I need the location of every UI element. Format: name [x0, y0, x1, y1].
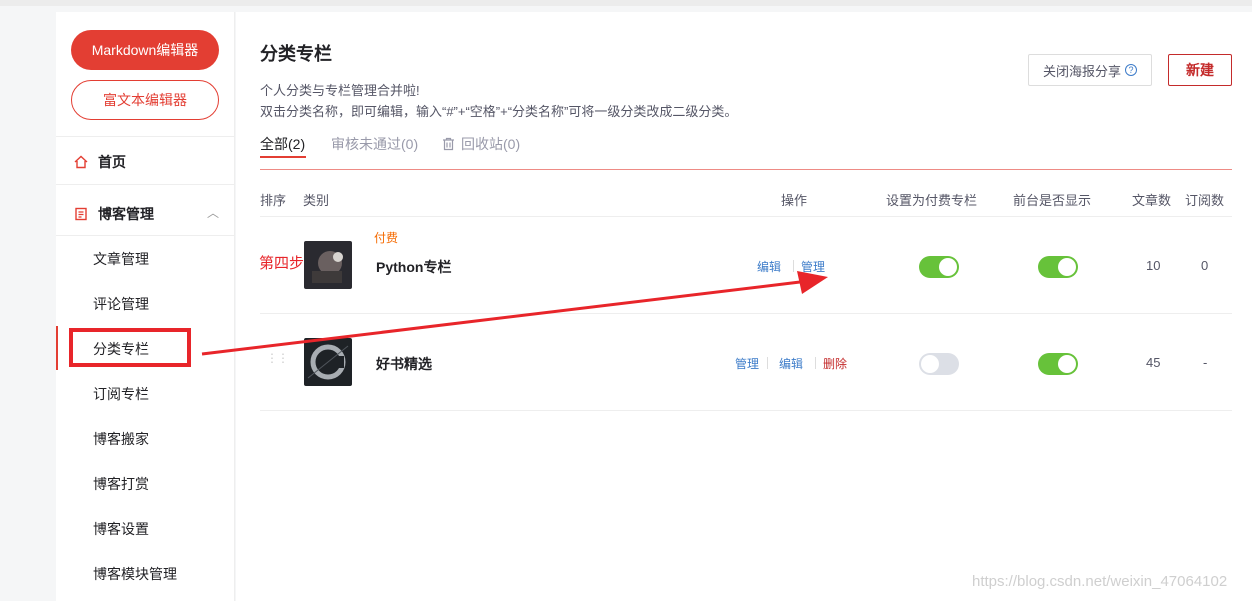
active-indicator: [56, 326, 58, 370]
tab-label: 回收站(0): [461, 136, 521, 152]
column-header-category: 类别: [303, 193, 330, 208]
visible-toggle[interactable]: [1038, 256, 1078, 278]
tab-all[interactable]: 全部(2): [260, 134, 305, 154]
sidebar-item-blog-reward[interactable]: 博客打赏: [93, 474, 149, 494]
subscriber-count: -: [1203, 355, 1208, 370]
trash-icon: [443, 137, 454, 151]
page-description: 双击分类名称，即可编辑，输入“#”+“空格”+“分类名称”可将一级分类改成二级分…: [260, 104, 738, 119]
markdown-editor-button[interactable]: Markdown编辑器: [71, 30, 219, 70]
manage-link[interactable]: 管理: [801, 258, 825, 275]
sidebar-item-articles[interactable]: 文章管理: [93, 249, 149, 269]
category-name[interactable]: 好书精选: [376, 354, 432, 374]
visible-toggle[interactable]: [1038, 353, 1078, 375]
sidebar-divider: [56, 235, 235, 236]
page-description: 个人分类与专栏管理合并啦!: [260, 83, 420, 98]
article-count: 45: [1146, 355, 1161, 370]
subscriber-count: 0: [1201, 258, 1209, 273]
paid-badge: 付费: [374, 231, 399, 245]
action-separator: [767, 357, 768, 369]
category-name[interactable]: Python专栏: [376, 257, 451, 277]
sidebar: Markdown编辑器 富文本编辑器 首页 博客管理 ︿ 文章管理 评论管理 分…: [56, 12, 235, 601]
main-panel: 分类专栏 个人分类与专栏管理合并啦! 双击分类名称，即可编辑，输入“#”+“空格…: [236, 12, 1252, 601]
manage-link[interactable]: 管理: [735, 355, 759, 372]
paid-toggle[interactable]: [919, 256, 959, 278]
top-bar: [0, 0, 1252, 6]
column-header-paid: 设置为付费专栏: [886, 193, 978, 208]
table-divider: [260, 313, 1232, 314]
sidebar-item-home[interactable]: 首页: [74, 152, 126, 172]
edit-link[interactable]: 编辑: [757, 258, 781, 275]
annotation-step-label: 第四步: [259, 255, 305, 272]
sidebar-item-blog-modules[interactable]: 博客模块管理: [93, 564, 177, 584]
table-divider: [260, 410, 1232, 411]
sidebar-item-subscriptions[interactable]: 订阅专栏: [93, 384, 149, 404]
action-separator: [793, 260, 794, 272]
column-header-sort: 排序: [260, 193, 287, 208]
column-header-articles: 文章数: [1132, 193, 1172, 208]
sidebar-divider: [56, 136, 235, 137]
action-separator: [815, 357, 816, 369]
category-thumbnail: [304, 338, 352, 386]
share-button-label: 关闭海报分享: [1042, 63, 1121, 79]
watermark: https://blog.csdn.net/weixin_47064102: [972, 573, 1228, 590]
tab-rejected[interactable]: 审核未通过(0): [331, 134, 418, 154]
sidebar-item-blog-move[interactable]: 博客搬家: [93, 429, 149, 449]
sidebar-item-blog-settings[interactable]: 博客设置: [93, 519, 149, 539]
sidebar-item-blog-management[interactable]: 博客管理 ︿: [74, 204, 219, 224]
column-header-visible: 前台是否显示: [1013, 193, 1092, 208]
category-thumbnail: [304, 241, 352, 289]
drag-handle-icon[interactable]: ⋮⋮: [266, 352, 289, 364]
column-header-subscribers: 订阅数: [1185, 193, 1225, 208]
close-poster-share-button[interactable]: 关闭海报分享 ?: [1028, 54, 1152, 86]
new-button[interactable]: 新建: [1168, 54, 1232, 86]
delete-link[interactable]: 删除: [823, 355, 847, 372]
annotation-highlight-box: [69, 328, 191, 367]
column-header-actions: 操作: [781, 193, 808, 208]
richtext-editor-button[interactable]: 富文本编辑器: [71, 80, 219, 120]
chevron-up-icon[interactable]: ︿: [207, 204, 219, 221]
sidebar-item-comments[interactable]: 评论管理: [93, 294, 149, 314]
article-count: 10: [1146, 258, 1161, 273]
home-icon: [74, 155, 88, 169]
edit-link[interactable]: 编辑: [779, 355, 803, 372]
tab-recycle-bin[interactable]: 回收站(0): [442, 134, 520, 154]
tab-divider: [260, 169, 1232, 170]
sidebar-item-label: 首页: [98, 154, 126, 170]
sidebar-item-label: 博客管理: [98, 206, 154, 222]
page-title: 分类专栏: [260, 44, 332, 64]
tab-active-underline: [260, 156, 306, 158]
paid-toggle[interactable]: [919, 353, 959, 375]
sidebar-divider: [56, 184, 235, 185]
help-icon: ?: [1125, 64, 1137, 76]
table-divider: [260, 216, 1232, 217]
document-icon: [75, 207, 87, 221]
